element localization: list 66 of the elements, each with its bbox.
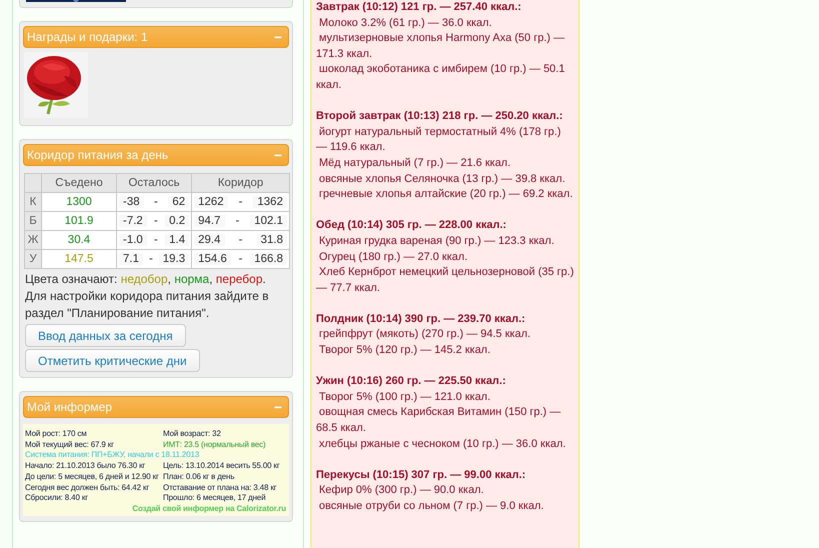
color-legend: Цвета означают: недобор, норма, перебор. (23, 269, 289, 288)
table-cell: 1262 - 1362 (192, 192, 290, 212)
food-item: Кефир 0% (300 гр.) — 90.0 ккал. (318, 483, 485, 498)
meal-header: Обед (10:14) 305 гр. — 228.00 ккал.: (316, 218, 508, 234)
table-cell: 30.4 (42, 230, 116, 250)
meal-header: Завтрак (10:12) 121 гр. — 257.40 ккал.: (316, 0, 522, 15)
food-item: овсяные хлопья Селяночка (13 гр.) — 39.8 ккал. (318, 172, 566, 187)
informer-line: Мой текущий вес: 67.9 кг (25, 440, 115, 450)
informer-line: Цель: 13.10.2014 весить 55.00 кг (163, 461, 281, 472)
food-item: Творог 5% (120 гр.) — 145.2 ккал. (318, 343, 492, 358)
informer-line: Система питания: ПП+БЖУ, начали с 18.11.2013 (25, 450, 200, 462)
informer-line: Сбросили: 8.40 кг (25, 493, 89, 504)
food-item: хлебцы ржаные с чесноком (10 гр.) — 36.0 ккал. (318, 436, 567, 452)
food-item: шоколад экоботаника с имбирем (10 гр.) — 50.1 ккал. (316, 62, 566, 93)
table-cell: 94.7 - 102.1 (192, 212, 290, 230)
food-item: овсяные отруби со льном (7 гр.) — 9.0 ккал. (318, 499, 545, 514)
table-cell: 1300 (42, 192, 116, 212)
row-label: К (24, 192, 42, 212)
informer-line: ИМТ: 23.5 (нормальный вес) (163, 440, 267, 450)
food-item: гречневые хлопья алтайские (20 гр.) — 69.2 ккал. (318, 187, 574, 202)
food-item: йогурт натуральный термостатный 4% (178 гр.) — 119.6 ккал. (316, 124, 562, 156)
informer-link[interactable]: Создай свой информер на Calorizator.ru (25, 504, 286, 515)
meal-header: Второй завтрак (10:13) 218 гр. — 250.20 ккал.: (316, 109, 564, 124)
table-cell: 7.1 - 19.3 (116, 250, 192, 268)
meal-header: Перекусы (10:15) 307 гр. — 99.00 ккал.: (316, 468, 527, 483)
informer-line: План: 0.06 кг в день (163, 472, 236, 483)
food-item: мультизерновые хлопья Harmony Axa (50 гр.) — 171.3 ккал. (316, 31, 566, 62)
column-header: Осталось (116, 174, 192, 192)
panel-title: Мой информер (27, 400, 112, 414)
row-label: Б (24, 212, 42, 230)
table-cell: 101.9 (42, 212, 116, 230)
table-cell: -38 - 62 (116, 192, 192, 212)
action-button[interactable]: Ввод данных за сегодня (25, 324, 186, 347)
settings-note: Для настройки коридора питания зайдите в раздел "Планирование питания". (24, 288, 270, 322)
informer-line: Отставание от плана на: 3.48 кг (163, 482, 278, 494)
food-item: овощная смесь Карибская Витамин (150 гр.) — 68.5 ккал. (316, 405, 562, 436)
informer-line: До цели: 5 месяцев, 6 дней и 12.90 кг (25, 472, 160, 483)
informer-line: Сегодня вес должен быть: 64.42 кг (25, 482, 150, 494)
food-item: Куриная грудка вареная (90 гр.) — 123.3 ккал. (318, 234, 556, 249)
food-item: Хлеб Кернброт немецкий цельнозерновой (35 гр.) — 77.7 ккал. (316, 265, 574, 296)
informer-line: Начало: 21.10.2013 было 76.30 кг (25, 461, 146, 472)
collapse-button[interactable]: − (272, 30, 284, 44)
panel-title: Награды и подарки: 1 (27, 30, 148, 44)
action-button[interactable]: Отметить критические дни (25, 349, 200, 372)
food-item: грейпфрут (мякоть) (270 гр.) — 94.5 ккал. (318, 327, 532, 342)
table-cell: 147.5 (42, 250, 116, 268)
table-cell: -1.0 - 1.4 (116, 230, 192, 250)
row-label: Ж (24, 230, 42, 250)
table-cell: -7.2 - 0.2 (116, 212, 192, 230)
meal-header: Полдник (10:14) 390 гр. — 239.70 ккал.: (316, 312, 526, 327)
food-item: Огурец (180 гр.) — 27.0 ккал. (318, 250, 468, 264)
panel-title: Коридор питания за день (27, 148, 168, 162)
column-header: Съедено (42, 174, 116, 192)
food-item: Творог 5% (100 гр.) — 121.0 ккал. (318, 390, 492, 405)
collapse-button[interactable]: − (272, 148, 284, 162)
meal-header: Ужин (10:16) 260 гр. — 225.50 ккал.: (316, 374, 507, 390)
informer-line: Мой возраст: 32 (163, 429, 222, 440)
food-item: Мёд натуральный (7 гр.) — 21.6 ккал. (318, 156, 512, 171)
row-label: У (24, 250, 42, 268)
food-item: Молоко 3.2% (61 гр.) — 36.0 ккал. (318, 16, 493, 31)
informer-line: Прошло: 6 месяцев, 17 дней (163, 493, 267, 504)
column-header: Коридор (192, 174, 290, 192)
collapse-button[interactable]: − (272, 400, 284, 414)
informer-line: Мой рост: 170 см (25, 429, 88, 440)
table-cell: 154.6 - 166.8 (192, 250, 290, 268)
table-cell: 29.4 - 31.8 (192, 230, 290, 250)
